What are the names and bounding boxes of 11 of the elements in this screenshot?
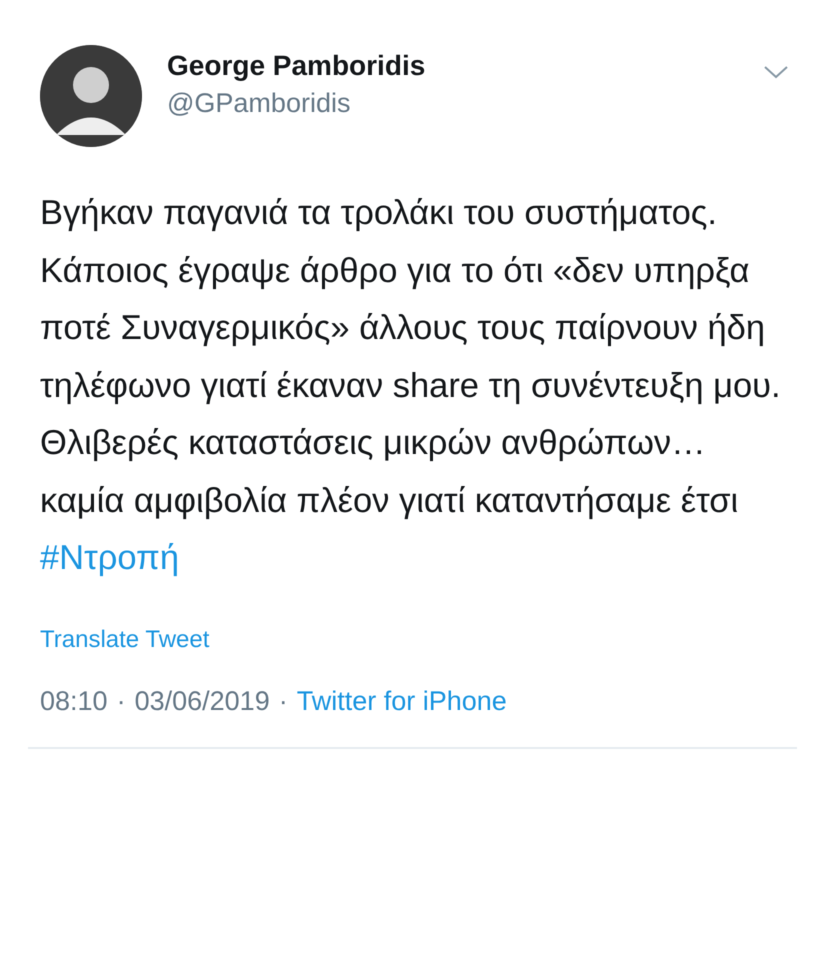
author-handle[interactable]: @GPamboridis: [167, 88, 763, 119]
separator-dot: ·: [278, 686, 288, 716]
tweet-time: 08:10: [40, 686, 108, 716]
author-name[interactable]: George Pamboridis: [167, 50, 763, 82]
tweet-text: Βγήκαν παγανιά τα τρολάκι του συστήματος. Κάποιος έγραψε άρθρο για το ότι «δεν υπηρξα ποτέ Συναγερμικός» άλλους τους παίρνουν ήδη τηλέφωνο γιατί έκαναν share τη συνέντευξη μου. Θλιβερές καταστάσεις μικρών ανθρώπων… καμία αμφιβολία πλέον γιατί καταντήσαμε έτσι #Ντροπή: [40, 193, 782, 579]
separator-dot: ·: [116, 686, 126, 716]
tweet-date: 03/06/2019: [134, 686, 270, 716]
chevron-down-icon[interactable]: [763, 65, 789, 79]
hashtag-link[interactable]: #Ντροπή: [40, 539, 180, 577]
source-link[interactable]: Twitter for iPhone: [296, 686, 507, 716]
translate-link[interactable]: Translate Tweet: [40, 626, 210, 654]
